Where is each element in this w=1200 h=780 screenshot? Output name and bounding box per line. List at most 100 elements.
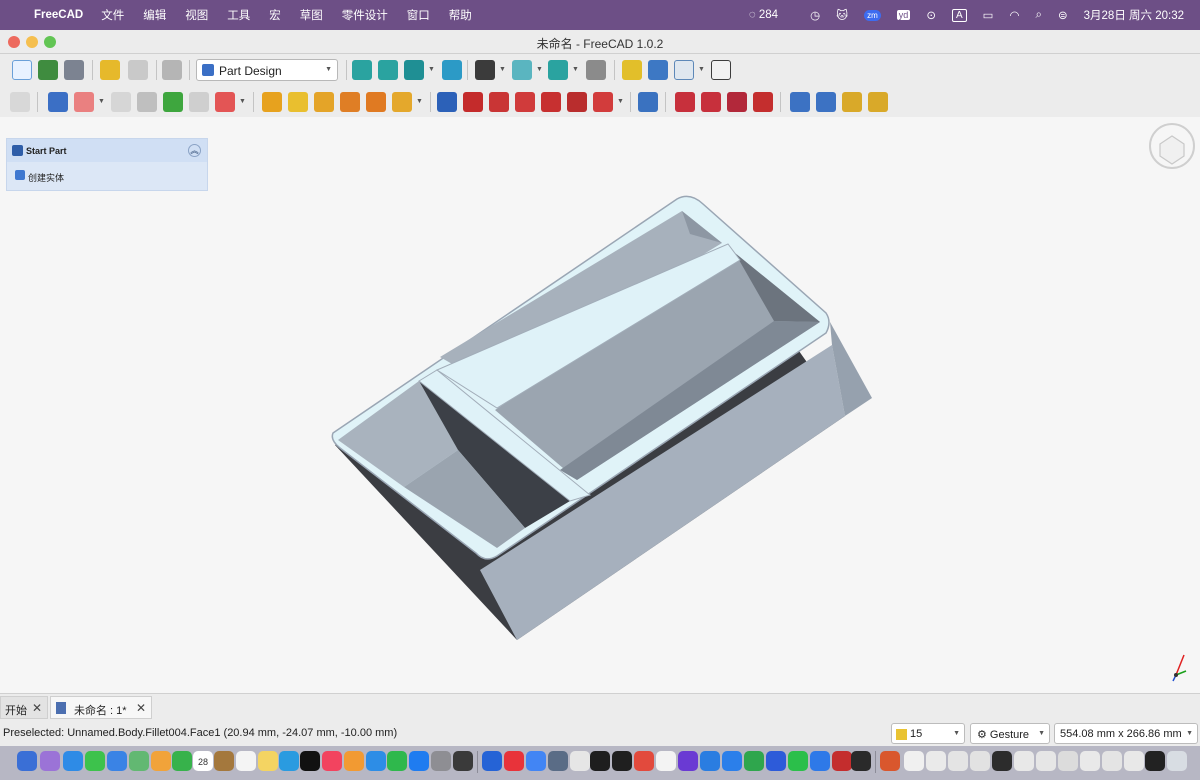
additive-helix-icon[interactable] <box>366 92 386 112</box>
refresh-icon[interactable] <box>162 60 182 80</box>
save-icon[interactable] <box>64 60 84 80</box>
notes-icon[interactable] <box>258 751 278 771</box>
app-icon[interactable] <box>548 751 568 771</box>
play-icon[interactable]: ⊙ <box>926 8 936 22</box>
app-icon[interactable] <box>766 751 786 771</box>
app-icon[interactable] <box>880 751 900 771</box>
recent-item-icon[interactable] <box>1036 751 1056 771</box>
input-method-icon[interactable]: A <box>951 8 967 22</box>
menu-help[interactable]: 帮助 <box>449 7 472 23</box>
new-document-icon[interactable] <box>12 60 32 80</box>
safari-icon[interactable] <box>63 751 83 771</box>
chevron-down-icon[interactable]: ▼ <box>536 66 543 73</box>
workbench-selector[interactable]: Part Design ▼ <box>196 59 338 81</box>
tv-icon[interactable] <box>300 751 320 771</box>
mail-icon[interactable] <box>107 751 127 771</box>
datetime[interactable]: 3月28日 周六 20:32 <box>1084 7 1184 23</box>
app-icon[interactable] <box>678 751 698 771</box>
numbers-icon[interactable] <box>387 751 407 771</box>
mirrored-icon[interactable] <box>790 92 810 112</box>
menu-macro[interactable]: 宏 <box>269 7 281 23</box>
recent-item-icon[interactable] <box>926 751 946 771</box>
recent-item-icon[interactable] <box>1058 751 1078 771</box>
recent-item-icon[interactable] <box>1014 751 1034 771</box>
3d-viewport[interactable]: Start Part ︽ 创建实体 <box>0 117 1200 693</box>
maps-icon[interactable] <box>129 751 149 771</box>
app-icon[interactable] <box>570 751 590 771</box>
music-icon[interactable] <box>322 751 342 771</box>
youdao-icon[interactable] <box>504 751 524 771</box>
keynote-icon[interactable] <box>366 751 386 771</box>
chevron-down-icon[interactable]: ▼ <box>499 66 506 73</box>
calendar-icon[interactable]: 28 <box>193 751 213 771</box>
app-icon[interactable] <box>744 751 764 771</box>
create-body-icon[interactable] <box>48 92 68 112</box>
hole-icon[interactable] <box>463 92 483 112</box>
system-settings-icon[interactable] <box>431 751 451 771</box>
trash-icon[interactable] <box>1167 751 1187 771</box>
search-icon[interactable]: ⌕ <box>1036 9 1042 22</box>
linear-pattern-icon[interactable] <box>816 92 836 112</box>
cat-icon[interactable]: 🐱 <box>836 8 848 22</box>
facetime-icon[interactable] <box>172 751 192 771</box>
app-store-icon[interactable] <box>409 751 429 771</box>
subshape-binder-icon[interactable] <box>163 92 183 112</box>
datum-plane-icon[interactable] <box>215 92 235 112</box>
wifi-icon[interactable]: ◠ <box>1010 8 1020 22</box>
menu-window[interactable]: 窗口 <box>407 7 430 23</box>
create-group-icon[interactable] <box>648 60 668 80</box>
recent-item-icon[interactable] <box>992 751 1012 771</box>
shape-binder-icon[interactable] <box>137 92 157 112</box>
app-menu[interactable]: FreeCAD <box>34 9 83 21</box>
polar-pattern-icon[interactable] <box>842 92 862 112</box>
zoom-icon[interactable] <box>548 60 568 80</box>
tab-document[interactable]: 未命名 : 1* ✕ <box>50 696 152 719</box>
link-icon[interactable] <box>674 60 694 80</box>
reminders-icon[interactable] <box>236 751 256 771</box>
iphone-mirroring-icon[interactable] <box>453 751 473 771</box>
chevron-down-icon[interactable]: ▼ <box>698 66 705 73</box>
redo-icon[interactable] <box>128 60 148 80</box>
clone-icon[interactable] <box>189 92 209 112</box>
recent-item-icon[interactable] <box>1102 751 1122 771</box>
open-document-icon[interactable] <box>38 60 58 80</box>
validate-sketch-icon[interactable] <box>111 92 131 112</box>
fillet-icon[interactable] <box>675 92 695 112</box>
notification-count[interactable]: ◌ 284 <box>749 9 794 21</box>
recent-item-icon[interactable] <box>948 751 968 771</box>
subtractive-loft-icon[interactable] <box>515 92 535 112</box>
subtractive-helix-icon[interactable] <box>567 92 587 112</box>
close-tab-icon[interactable]: ✕ <box>32 701 42 715</box>
fit-selection-icon[interactable] <box>378 60 398 80</box>
freeform-icon[interactable] <box>279 751 299 771</box>
timer-icon[interactable]: ◷ <box>810 8 820 22</box>
navigation-style-selector[interactable]: ⚙ Gesture ▼ <box>970 723 1050 744</box>
chevron-down-icon[interactable]: ▼ <box>572 66 579 73</box>
messages-icon[interactable] <box>85 751 105 771</box>
menu-part-design[interactable]: 零件设计 <box>342 7 388 23</box>
create-part-icon[interactable] <box>622 60 642 80</box>
chamfer-icon[interactable] <box>701 92 721 112</box>
view-isometric-icon[interactable] <box>404 60 424 80</box>
chevron-down-icon[interactable]: ▼ <box>239 98 246 105</box>
pocket-icon[interactable] <box>437 92 457 112</box>
undo-icon[interactable] <box>100 60 120 80</box>
recent-item-icon[interactable] <box>904 751 924 771</box>
battery-icon[interactable]: ▭ <box>983 8 994 22</box>
control-center-icon[interactable]: ⊜ <box>1058 8 1068 22</box>
additive-loft-icon[interactable] <box>314 92 334 112</box>
close-tab-icon[interactable]: ✕ <box>136 701 146 715</box>
chevron-down-icon[interactable]: ▼ <box>617 98 624 105</box>
additive-primitive-icon[interactable] <box>392 92 412 112</box>
app-icon[interactable] <box>656 751 676 771</box>
app-icon[interactable] <box>832 751 852 771</box>
vscode-icon[interactable] <box>700 751 720 771</box>
menu-edit[interactable]: 编辑 <box>143 7 166 23</box>
whats-this-icon[interactable] <box>10 92 30 112</box>
dimension-selector[interactable]: 554.08 mm x 266.86 mm ▼ <box>1054 723 1198 744</box>
wps-icon[interactable] <box>634 751 654 771</box>
tab-start[interactable]: 开始 ✕ <box>0 696 48 719</box>
app-icon[interactable] <box>482 751 502 771</box>
photos-icon[interactable] <box>151 751 171 771</box>
app-icon[interactable] <box>722 751 742 771</box>
